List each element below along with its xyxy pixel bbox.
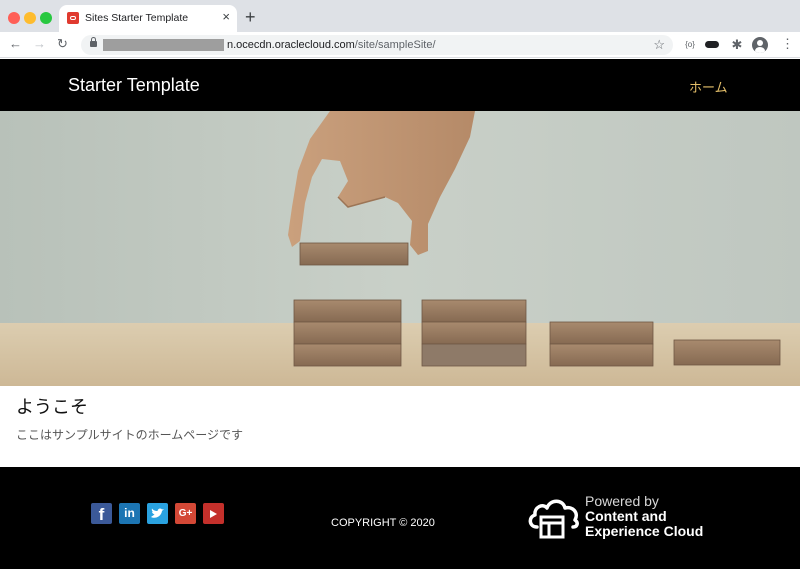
extensions-puzzle-icon[interactable]: ✱: [730, 38, 744, 52]
url-redaction: [103, 39, 224, 51]
browser-menu-icon[interactable]: ⋮: [781, 37, 794, 51]
browser-tab-bar: Sites Starter Template × +: [0, 0, 800, 32]
youtube-play-glyph: [210, 510, 217, 518]
google-plus-icon[interactable]: G+: [175, 503, 196, 524]
oracle-favicon-icon: [67, 12, 79, 24]
site-footer: f in G+ COPYRIGHT © 2020 Powered by Cont…: [0, 467, 800, 569]
google-plus-glyph: G+: [178, 508, 193, 519]
powered-by-text: Powered by Content and Experience Cloud: [585, 494, 703, 539]
facebook-glyph: f: [98, 505, 105, 524]
window-minimize-button[interactable]: [24, 12, 36, 24]
browser-toolbar: ← → ↻ n.ocecdn.oraclecloud.com/site/samp…: [0, 32, 800, 58]
site-title[interactable]: Starter Template: [68, 75, 200, 96]
new-tab-button[interactable]: +: [245, 8, 256, 26]
twitter-icon[interactable]: [147, 503, 168, 524]
bookmark-star-icon[interactable]: ☆: [653, 37, 665, 53]
powered-by-line1: Powered by: [585, 493, 659, 509]
profile-avatar-icon[interactable]: [752, 37, 768, 53]
linkedin-glyph: in: [124, 506, 135, 520]
youtube-icon[interactable]: [203, 503, 224, 524]
extension-icon[interactable]: {o}: [683, 38, 697, 52]
nav-home-link[interactable]: ホーム: [689, 77, 728, 96]
window-maximize-button[interactable]: [40, 12, 52, 24]
url-text: n.ocecdn.oraclecloud.com/site/sampleSite…: [227, 39, 436, 51]
content-experience-cloud-logo-icon: [528, 499, 579, 539]
hero-image: [0, 111, 800, 386]
powered-by-line3: Experience Cloud: [585, 523, 704, 539]
copyright-text: COPYRIGHT © 2020: [331, 517, 435, 529]
facebook-icon[interactable]: f: [91, 503, 112, 524]
incognito-mask-icon[interactable]: [705, 38, 721, 52]
held-wooden-block: [299, 242, 409, 266]
twitter-bird-glyph: [151, 508, 164, 518]
tab-close-icon[interactable]: ×: [222, 10, 230, 24]
address-bar[interactable]: n.ocecdn.oraclecloud.com/site/sampleSite…: [81, 35, 673, 55]
hero-illustration: [0, 111, 800, 386]
url-host: n.ocecdn.oraclecloud.com: [227, 39, 355, 51]
welcome-heading: ようこそ: [16, 397, 88, 417]
site-header: Starter Template ホーム: [0, 59, 800, 111]
lock-icon[interactable]: [90, 37, 97, 47]
url-path: /site/sampleSite/: [354, 39, 436, 51]
window-close-button[interactable]: [8, 12, 20, 24]
browser-tab[interactable]: Sites Starter Template ×: [59, 5, 237, 32]
welcome-description: ここはサンプルサイトのホームページです: [16, 428, 244, 442]
forward-arrow-icon[interactable]: →: [33, 37, 46, 51]
reload-icon[interactable]: ↻: [57, 37, 68, 51]
tab-title: Sites Starter Template: [85, 12, 189, 24]
back-arrow-icon[interactable]: ←: [9, 37, 22, 51]
linkedin-icon[interactable]: in: [119, 503, 140, 524]
powered-by-line2: Content and: [585, 508, 667, 524]
